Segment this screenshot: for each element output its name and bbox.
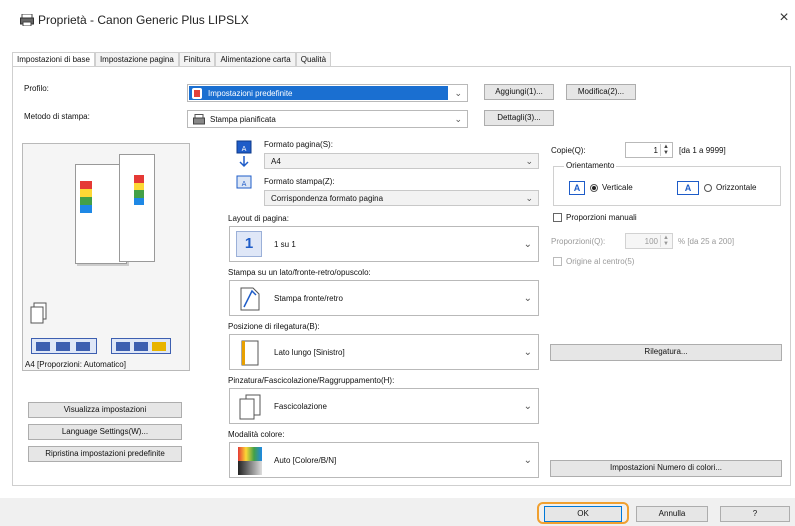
copies-input[interactable]: 1 ▲ ▼ <box>625 142 673 158</box>
output-size-value: Corrispondenza formato pagina <box>271 194 384 203</box>
binding-icon <box>241 340 259 366</box>
restore-defaults-button[interactable]: Ripristina impostazioni predefinite <box>28 446 182 462</box>
portrait-label: Verticale <box>602 183 633 192</box>
center-origin-checkbox[interactable] <box>553 257 562 266</box>
chevron-down-icon: ⌄ <box>454 114 462 124</box>
manual-scaling-label: Proporzioni manuali <box>566 213 637 222</box>
color-count-settings-button[interactable]: Impostazioni Numero di colori... <box>550 460 782 477</box>
page-size-icon: A <box>236 140 252 168</box>
copies-value: 1 <box>653 146 658 155</box>
landscape-radio[interactable] <box>704 184 712 192</box>
tab-impostazioni-di-base[interactable]: Impostazioni di base <box>12 52 95 67</box>
landscape-label: Orizzontale <box>716 183 757 192</box>
layout-icon: 1 <box>236 231 262 257</box>
chevron-down-icon: ⌄ <box>523 239 532 250</box>
profile-select[interactable]: Impostazioni predefinite ⌄ <box>187 84 468 102</box>
title-bar: Proprietà - Canon Generic Plus LIPSLX × <box>0 0 795 40</box>
page-preview: A4 [Proporzioni: Automatico] <box>22 143 190 371</box>
preview-page-back <box>119 154 155 262</box>
binding-label: Posizione di rilegatura(B): <box>228 322 320 331</box>
page-size-value: A4 <box>271 157 281 166</box>
cancel-button[interactable]: Annulla <box>636 506 708 522</box>
binding-preview-icon <box>111 338 171 354</box>
orientation-label: Orientamento <box>564 161 617 170</box>
profile-label: Profilo: <box>24 84 49 93</box>
print-method-value: Stampa pianificata <box>210 115 276 124</box>
portrait-icon: A <box>569 181 585 195</box>
chevron-down-icon: ⌄ <box>525 156 533 166</box>
help-button[interactable]: ? <box>720 506 790 522</box>
chevron-down-icon: ⌄ <box>523 347 532 358</box>
chevron-down-icon: ⌄ <box>523 455 532 466</box>
chevron-down-icon: ⌄ <box>523 293 532 304</box>
binding-select[interactable]: Lato lungo [Sinistro] ⌄ <box>229 334 539 370</box>
copies-spinner-icon[interactable]: ▲ ▼ <box>660 144 671 156</box>
scaling-input[interactable]: 100 ▲ ▼ <box>625 233 673 249</box>
svg-text:A: A <box>242 180 247 188</box>
color-bar <box>80 181 92 213</box>
copies-range: [da 1 a 9999] <box>679 146 726 155</box>
duplex-label: Stampa su un lato/fronte-retro/opuscolo: <box>228 268 371 277</box>
color-mode-label: Modalità colore: <box>228 430 285 439</box>
page-layout-label: Layout di pagina: <box>228 214 289 223</box>
page-layout-select[interactable]: 1 1 su 1 ⌄ <box>229 226 539 262</box>
output-size-label: Formato stampa(Z): <box>264 177 335 186</box>
output-size-select[interactable]: Corrispondenza formato pagina ⌄ <box>264 190 539 206</box>
ok-button[interactable]: OK <box>544 506 622 522</box>
copies-label: Copie(Q): <box>551 146 586 155</box>
duplex-select[interactable]: Stampa fronte/retro ⌄ <box>229 280 539 316</box>
language-settings-button[interactable]: Language Settings(W)... <box>28 424 182 440</box>
printer-icon <box>193 114 205 125</box>
window-title: Proprietà - Canon Generic Plus LIPSLX <box>38 13 249 27</box>
preview-caption: A4 [Proporzioni: Automatico] <box>25 360 126 369</box>
portrait-radio[interactable] <box>590 184 598 192</box>
scaling-label: Proporzioni(Q): <box>551 237 606 246</box>
close-button[interactable]: × <box>776 9 792 27</box>
profile-value: Impostazioni predefinite <box>208 89 293 98</box>
color-mode-select[interactable]: Auto [Colore/B/N] ⌄ <box>229 442 539 478</box>
add-profile-button[interactable]: Aggiungi(1)... <box>484 84 554 100</box>
finishing-label: Pinzatura/Fascicolazione/Raggruppamento(… <box>228 376 395 385</box>
view-settings-button[interactable]: Visualizza impostazioni <box>28 402 182 418</box>
profile-icon <box>192 88 202 99</box>
output-size-icon: A <box>236 175 252 189</box>
tab-finitura[interactable]: Finitura <box>178 52 216 66</box>
color-bar <box>134 175 144 205</box>
tab-strip: Impostazioni di base Impostazione pagina… <box>12 52 332 67</box>
layout-preview-icon <box>31 338 97 354</box>
page-size-label: Formato pagina(S): <box>264 140 333 149</box>
print-method-select[interactable]: Stampa pianificata ⌄ <box>187 110 468 128</box>
binding-value: Lato lungo [Sinistro] <box>274 348 345 357</box>
edit-profile-button[interactable]: Modifica(2)... <box>566 84 636 100</box>
chevron-down-icon: ⌄ <box>454 88 462 98</box>
details-button[interactable]: Dettagli(3)... <box>484 110 554 126</box>
collate-icon <box>239 394 261 420</box>
scaling-range: % [da 25 a 200] <box>678 237 735 246</box>
document-stack-icon <box>30 302 47 324</box>
finishing-value: Fascicolazione <box>274 402 327 411</box>
finishing-select[interactable]: Fascicolazione ⌄ <box>229 388 539 424</box>
landscape-icon: A <box>677 181 699 195</box>
tab-qualita[interactable]: Qualità <box>295 52 332 66</box>
svg-text:A: A <box>242 145 247 153</box>
duplex-value: Stampa fronte/retro <box>274 294 343 303</box>
center-origin-label: Origine al centro(5) <box>566 257 635 266</box>
printer-icon <box>20 14 34 26</box>
chevron-down-icon: ⌄ <box>523 401 532 412</box>
page-size-select[interactable]: A4 ⌄ <box>264 153 539 169</box>
scaling-spinner-icon[interactable]: ▲ ▼ <box>660 235 671 247</box>
scaling-value: 100 <box>644 237 658 246</box>
binding-settings-button[interactable]: Rilegatura... <box>550 344 782 361</box>
print-method-label: Metodo di stampa: <box>24 112 90 121</box>
color-mode-icon <box>238 447 262 475</box>
tab-impostazione-pagina[interactable]: Impostazione pagina <box>94 52 179 66</box>
chevron-down-icon: ⌄ <box>525 193 533 203</box>
color-mode-value: Auto [Colore/B/N] <box>274 456 337 465</box>
page-layout-value: 1 su 1 <box>274 240 296 249</box>
manual-scaling-checkbox[interactable] <box>553 213 562 222</box>
duplex-icon <box>240 287 260 311</box>
tab-alimentazione-carta[interactable]: Alimentazione carta <box>215 52 296 66</box>
